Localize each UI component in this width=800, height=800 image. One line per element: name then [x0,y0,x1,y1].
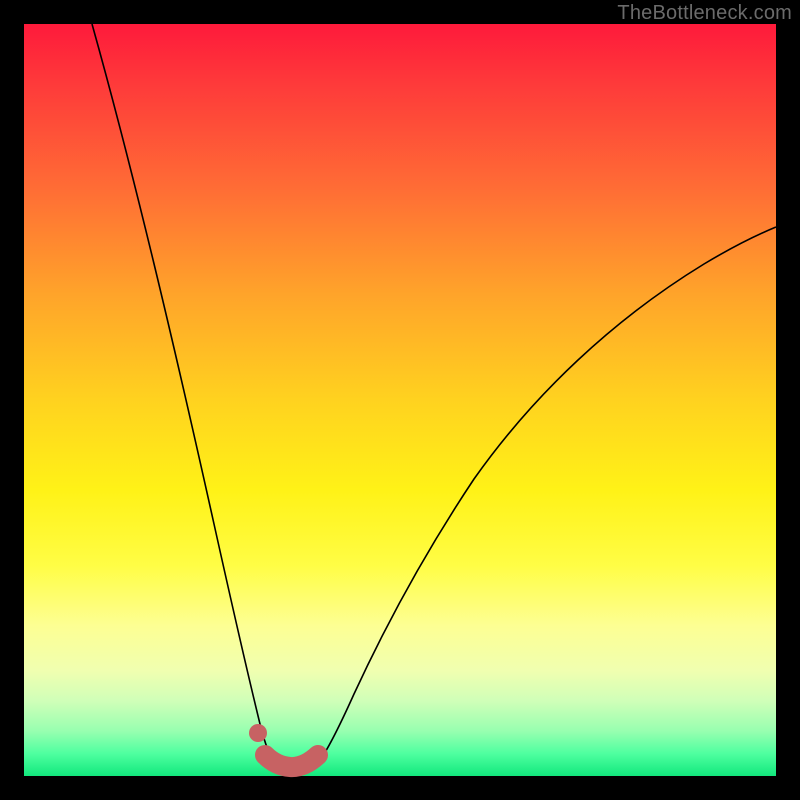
bottleneck-curve-left [92,24,276,764]
chart-svg [24,24,776,776]
chart-plot-area [24,24,776,776]
optimal-range-band [265,755,318,767]
watermark-text: TheBottleneck.com [617,2,792,25]
bottleneck-curve-right [317,227,776,764]
marker-dot [249,724,267,742]
